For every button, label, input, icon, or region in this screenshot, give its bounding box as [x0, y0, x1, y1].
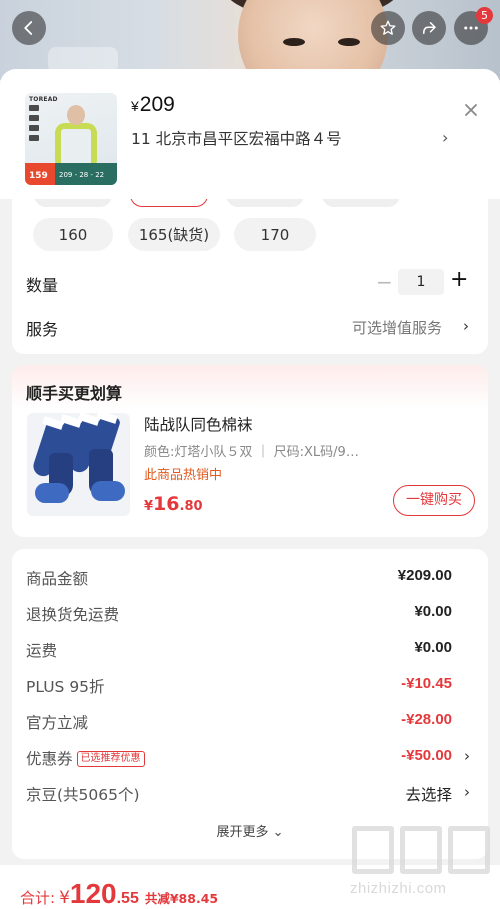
- star-icon: [380, 20, 396, 35]
- thumbnail-promo-price: 159: [29, 171, 48, 181]
- chevron-right-icon[interactable]: ›: [464, 783, 470, 801]
- fee-row-plus-discount: PLUS 95折 -¥10.45: [26, 675, 452, 696]
- quantity-plus-button[interactable]: +: [450, 267, 468, 292]
- size-chip-170[interactable]: 170: [234, 218, 316, 251]
- fee-row-jingdou[interactable]: 京豆(共5065个) 去选择 ›: [12, 783, 488, 807]
- thumbnail-brand: TOREAD: [29, 96, 58, 103]
- sock-image[interactable]: [27, 413, 130, 516]
- thumbnail-mini-text: 209 - 28 - 22: [59, 171, 105, 179]
- product-thumbnail: TOREAD 159 209 - 28 - 22: [25, 93, 117, 185]
- service-value[interactable]: 可选增值服务: [352, 317, 442, 338]
- price-value: 209: [139, 93, 175, 116]
- favorite-button[interactable]: [371, 11, 405, 45]
- size-chip-160[interactable]: 160: [33, 218, 113, 251]
- product-header: TOREAD 159 209 - 28 - 22 ¥209 11 北京市昌平区宏…: [0, 69, 500, 199]
- fee-row-coupon[interactable]: 优惠券 已选推荐优惠 -¥50.00 ›: [12, 747, 488, 771]
- chevron-down-icon: ⌄: [272, 825, 284, 840]
- one-click-buy-button[interactable]: 一键购买: [393, 485, 475, 516]
- fee-row-subtotal: 商品金额 ¥209.00: [26, 567, 452, 588]
- more-icon: [464, 26, 478, 30]
- share-icon: [423, 22, 436, 34]
- service-label: 服务: [26, 320, 59, 339]
- fee-row-shipping: 运费 ¥0.00: [26, 639, 452, 660]
- bundle-item-spec[interactable]: 颜色:灯塔小队５双 ｜ 尺码:XL码/9…: [144, 441, 359, 460]
- total-price: 合计: ¥120.55 共减¥88.45: [20, 878, 219, 909]
- fee-row-return-shipping: 退换货免运费 ¥0.00: [26, 603, 452, 624]
- checkout-bar: 合计: ¥120.55 共减¥88.45: [0, 865, 500, 909]
- chevron-right-icon[interactable]: ›: [463, 317, 469, 335]
- quantity-input[interactable]: 1: [398, 269, 444, 295]
- thumbnail-head: [67, 105, 85, 125]
- quantity-label: 数量: [26, 276, 59, 295]
- coupon-label: 优惠券: [26, 750, 73, 768]
- product-price: ¥209: [131, 93, 175, 117]
- bundle-item-name[interactable]: 陆战队同色棉袜: [144, 413, 253, 435]
- bundle-item-price: ¥16.80: [144, 493, 203, 515]
- order-sheet: 160 165(缺货) 170 数量 − 1 + 服务 可选增值服务 › TOR…: [0, 69, 500, 909]
- chevron-right-icon[interactable]: ›: [464, 747, 470, 765]
- thumbnail-shirt: [61, 129, 91, 165]
- share-button[interactable]: [412, 11, 446, 45]
- fee-row-official-discount: 官方立减 -¥28.00: [26, 711, 452, 732]
- back-button[interactable]: [12, 11, 46, 45]
- currency-symbol: ¥: [131, 98, 139, 114]
- back-icon: [24, 21, 33, 35]
- spec-card: 160 165(缺货) 170 数量 − 1 + 服务 可选增值服务 ›: [12, 174, 488, 354]
- more-button[interactable]: 5: [454, 7, 493, 45]
- total-saving: 共减¥88.45: [144, 891, 219, 906]
- fee-summary-card: 商品金额 ¥209.00 退换货免运费 ¥0.00 运费 ¥0.00 PLUS …: [12, 549, 488, 859]
- chevron-right-icon[interactable]: ›: [442, 128, 448, 147]
- bundle-item-status: 此商品热销中: [144, 468, 223, 483]
- coupon-tag: 已选推荐优惠: [76, 751, 145, 767]
- photo-eye-left: [283, 38, 305, 46]
- size-chip-165[interactable]: 165(缺货): [128, 218, 220, 251]
- quantity-minus-button[interactable]: −: [376, 270, 393, 294]
- thumbnail-feature-icons: [29, 105, 41, 145]
- address-text[interactable]: 11 北京市昌平区宏福中路４号: [131, 127, 342, 149]
- bundle-title: 顺手买更划算: [26, 384, 123, 403]
- photo-face: [238, 0, 388, 80]
- photo-eye-right: [338, 38, 360, 46]
- cart-badge: 5: [476, 7, 493, 24]
- close-icon[interactable]: [462, 101, 480, 119]
- bundle-card: 顺手买更划算 陆战队同色棉袜 颜色:灯塔小队５双 ｜ 尺码:XL码/9… 此商品…: [12, 365, 488, 537]
- jingdou-select[interactable]: 去选择: [405, 783, 452, 805]
- expand-more-button[interactable]: 展开更多 ⌄: [12, 821, 488, 840]
